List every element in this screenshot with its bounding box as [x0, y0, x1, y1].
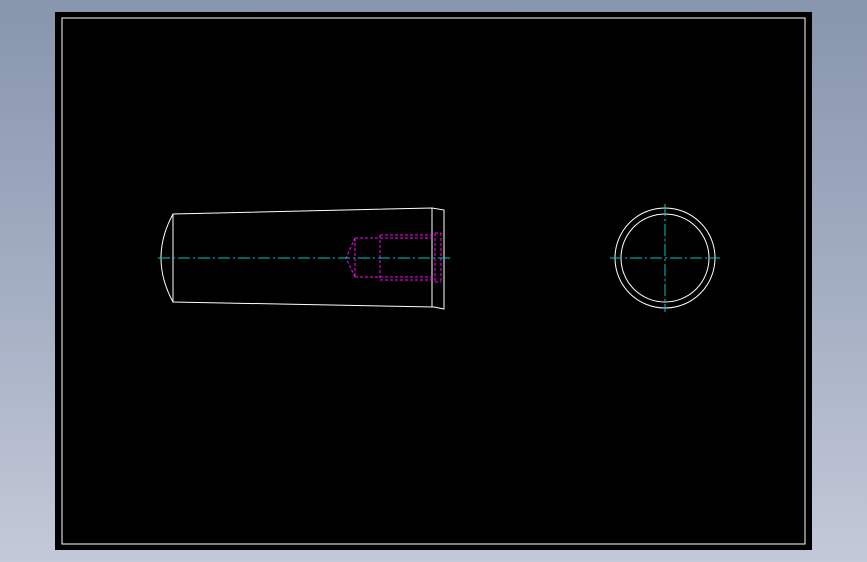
cad-drawing — [61, 17, 806, 545]
cad-viewport[interactable] — [55, 12, 812, 550]
side-view — [158, 207, 450, 310]
end-view — [610, 204, 720, 312]
